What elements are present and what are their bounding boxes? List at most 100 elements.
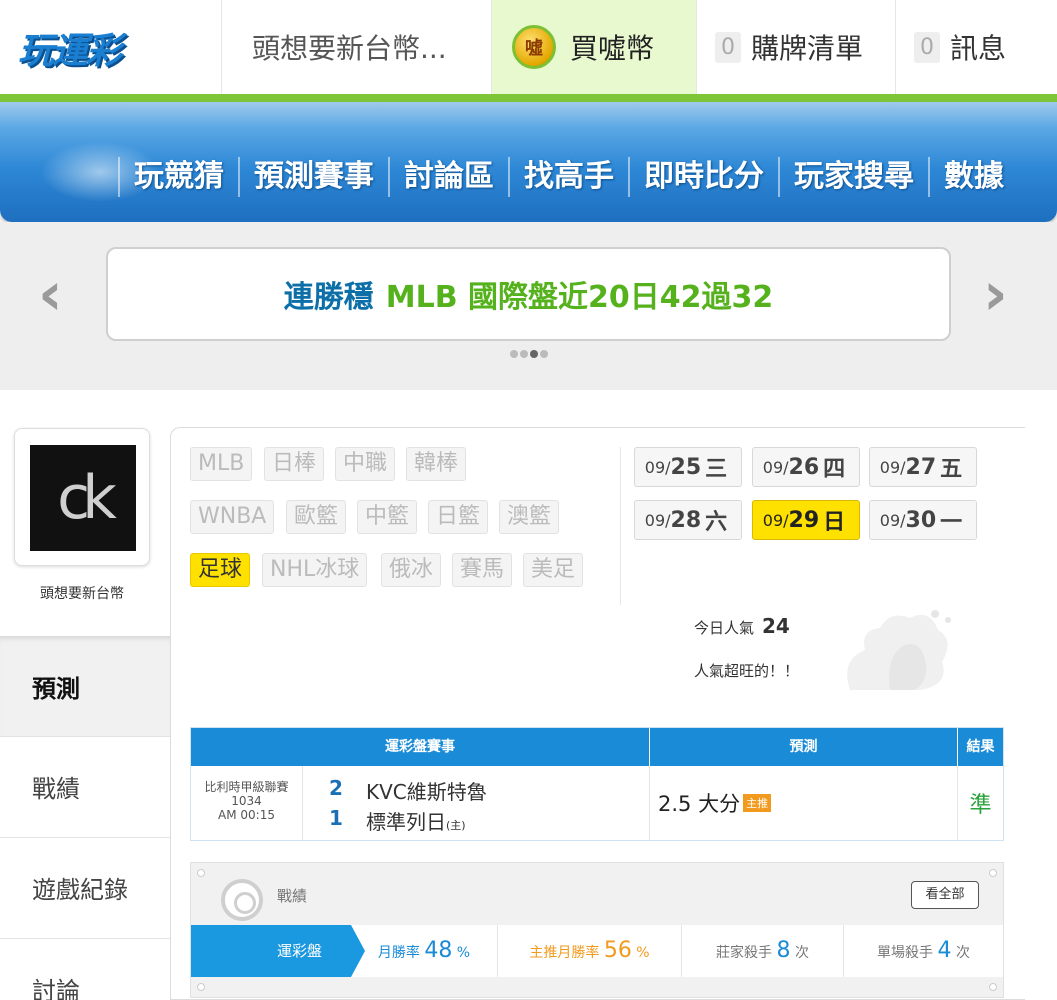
column-header-prediction: 預測 [649, 728, 957, 766]
logo[interactable]: 玩運彩 [0, 0, 222, 94]
chevron-left-icon[interactable]: ‹ [38, 264, 63, 324]
stat-value: 48 [424, 938, 453, 963]
column-header-result: 結果 [957, 728, 1003, 766]
date-weekday: 一 [940, 510, 963, 535]
divider [620, 447, 621, 605]
side-tab-discussion[interactable]: 討論 [0, 938, 170, 1000]
sport-chip-soccer[interactable]: 足球 [190, 553, 251, 587]
banner-carousel: ‹ 連勝穩 MLB 國際盤近20日42過32 › [0, 222, 1057, 398]
home-marker: (主) [446, 819, 466, 832]
nav-item-player-search[interactable]: 玩家搜尋 [778, 157, 928, 197]
side-tab-game-log[interactable]: 遊戲紀錄 [0, 837, 170, 937]
date-weekday: 三 [705, 457, 728, 482]
game-time: AM 00:15 [218, 808, 275, 822]
nav-item-quiz[interactable]: 玩競猜 [118, 157, 238, 197]
carousel-dot[interactable] [520, 350, 528, 358]
record-type-label[interactable]: 運彩盤 [191, 925, 365, 977]
date-button[interactable]: 09/25 三 [634, 447, 742, 487]
user-name-link[interactable]: 頭想要新台幣... [222, 0, 492, 94]
prediction-cell: 2.5 大分 主推 [649, 766, 957, 840]
message-count-badge: 0 [914, 31, 940, 63]
result-cell: 準 [957, 766, 1003, 840]
carousel-dot-active[interactable] [530, 350, 538, 358]
stat-unit: 次 [955, 945, 970, 961]
cart-button[interactable]: 0 購牌清單 [697, 0, 896, 94]
date-button-active[interactable]: 09/29 日 [752, 500, 860, 540]
coin-icon: 噓 [512, 25, 556, 69]
date-day: 26 [788, 454, 820, 480]
sport-chip-nfl[interactable]: 美足 [523, 553, 584, 587]
date-month: 09/ [644, 510, 671, 530]
date-button[interactable]: 09/30 一 [869, 500, 977, 540]
nav-item-livescore[interactable]: 即時比分 [628, 157, 778, 197]
table-header: 運彩盤賽事 預測 結果 [191, 728, 1003, 766]
stat-unit: 次 [794, 945, 809, 961]
scallop-edge-decoration [0, 382, 1057, 398]
sport-chip-horse-racing[interactable]: 賽馬 [452, 553, 513, 587]
view-all-button[interactable]: 看全部 [911, 881, 979, 909]
sport-chip-cpbl[interactable]: 中職 [335, 447, 396, 481]
popularity-subtitle: 人氣超旺的！！ [694, 662, 800, 680]
avatar: ck [30, 445, 136, 551]
nav-item-predict[interactable]: 預測賽事 [238, 157, 388, 197]
banner-subtitle: MLB 國際盤近20日42過32 [385, 280, 774, 315]
sport-chip-jp-basketball[interactable]: 日籃 [428, 500, 489, 534]
date-day: 29 [788, 507, 820, 533]
banner-slide[interactable]: 連勝穩 MLB 國際盤近20日42過32 [106, 247, 951, 341]
date-day: 27 [905, 454, 937, 480]
column-header-event: 運彩盤賽事 [385, 739, 455, 755]
date-button[interactable]: 09/26 四 [752, 447, 860, 487]
panel-rivet [989, 983, 997, 991]
logo-text: 玩運彩 [18, 31, 122, 72]
nav-item-experts[interactable]: 找高手 [508, 157, 628, 197]
carousel-dot[interactable] [510, 350, 518, 358]
sport-chip-kbo[interactable]: 韓棒 [406, 447, 467, 481]
avatar-frame[interactable]: ck [14, 428, 150, 566]
sport-chip-au-basketball[interactable]: 澳籃 [499, 500, 560, 534]
record-stats-bar: 運彩盤 月勝率 48 % 主推月勝率 56 % 莊家殺手 8 次 單場殺手 4 … [191, 925, 1003, 977]
date-month: 09/ [644, 457, 671, 477]
stat-label: 月勝率 [377, 945, 420, 961]
stat-house-killer: 莊家殺手 8 次 [681, 925, 843, 977]
stat-unit: % [636, 945, 650, 961]
date-weekday: 五 [940, 457, 963, 482]
side-tab-record[interactable]: 戰績 [0, 736, 170, 836]
panel-rivet [197, 869, 205, 877]
record-title: 戰績 [277, 887, 308, 905]
stat-value: 4 [937, 938, 952, 963]
nav-item-data[interactable]: 數據 [928, 157, 1018, 197]
team1-name: KVC維斯特魯 [366, 780, 487, 804]
sport-chip-nhl[interactable]: NHL冰球 [262, 553, 368, 587]
sport-chip-khl[interactable]: 俄冰 [381, 553, 442, 587]
date-weekday: 四 [823, 457, 846, 482]
main-nav: 玩競猜 預測賽事 討論區 找高手 即時比分 玩家搜尋 數據 [0, 102, 1057, 222]
buy-coin-button[interactable]: 噓 買噓幣 [492, 0, 697, 94]
table-row[interactable]: 比利時甲級聯賽 1034 AM 00:15 2 KVC維斯特魯 1 標準列日(主… [191, 766, 1003, 840]
panel-rivet [989, 869, 997, 877]
sport-chip-euro-basketball[interactable]: 歐籃 [286, 500, 347, 534]
target-icon [221, 879, 263, 921]
sport-chip-mlb[interactable]: MLB [190, 447, 253, 481]
team2-name-wrap: 標準列日(主) [366, 806, 466, 835]
team2-score: 1 [329, 806, 343, 830]
popularity-label: 今日人氣 [694, 619, 755, 637]
date-button[interactable]: 09/27 五 [869, 447, 977, 487]
mascot-watermark-icon [847, 610, 951, 690]
messages-label: 訊息 [950, 32, 1007, 65]
sport-chip-wnba[interactable]: WNBA [190, 500, 275, 534]
sport-chip-jp-baseball[interactable]: 日棒 [264, 447, 325, 481]
league-cell: 比利時甲級聯賽 1034 AM 00:15 [191, 766, 303, 840]
panel-rivet [197, 983, 205, 991]
popularity-counter: 今日人氣 24 [694, 614, 790, 638]
sport-chip-cn-basketball[interactable]: 中籃 [357, 500, 418, 534]
date-button[interactable]: 09/28 六 [634, 500, 742, 540]
chevron-right-icon[interactable]: › [983, 264, 1008, 324]
nav-item-forum[interactable]: 討論區 [388, 157, 508, 197]
side-tab-predict[interactable]: 預測 [0, 636, 170, 736]
carousel-dot[interactable] [540, 350, 548, 358]
top-header: 玩運彩 頭想要新台幣... 噓 買噓幣 0 購牌清單 0 訊息 [0, 0, 1057, 96]
messages-button[interactable]: 0 訊息 [896, 0, 1057, 94]
profile-name: 頭想要新台幣 [40, 586, 124, 602]
stat-featured-win-rate: 主推月勝率 56 % [497, 925, 681, 977]
league-name: 比利時甲級聯賽 [204, 780, 289, 794]
